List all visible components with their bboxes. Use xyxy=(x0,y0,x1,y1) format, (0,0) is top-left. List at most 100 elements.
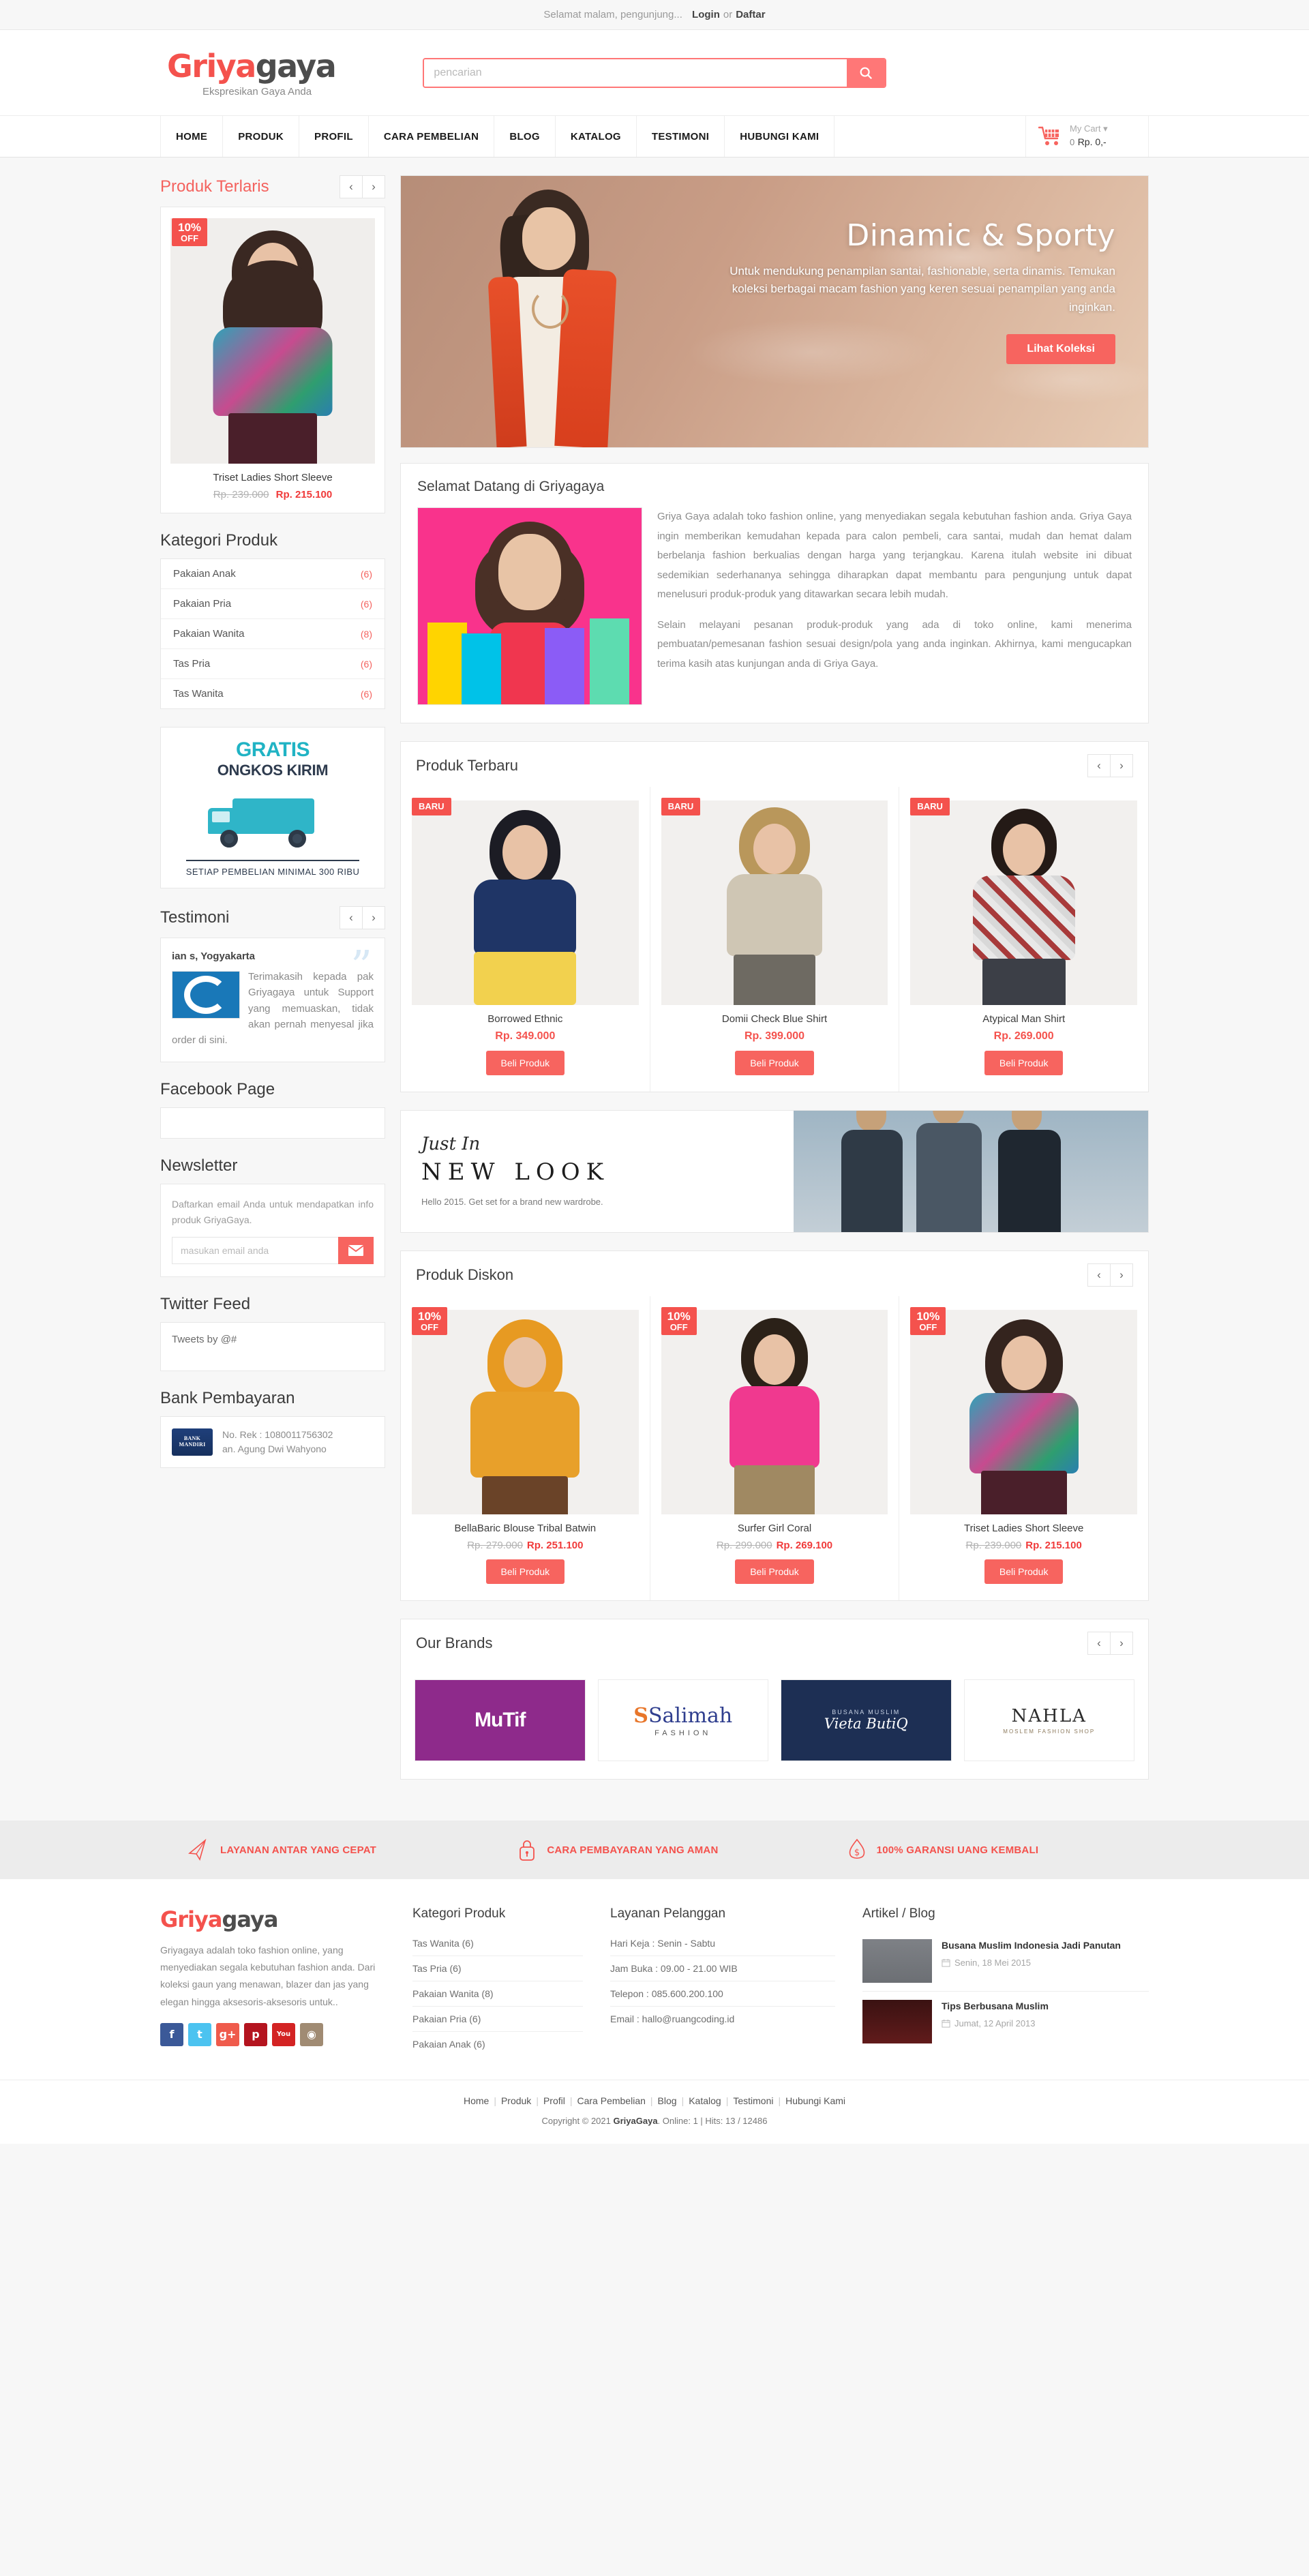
footer-category-item[interactable]: Tas Pria (6) xyxy=(412,1956,583,1981)
best-seller-next-button[interactable]: › xyxy=(362,175,385,198)
product-card[interactable]: BARU Borrowed Ethnic Rp. 349.000 Beli Produ… xyxy=(401,787,650,1092)
widget-free-shipping: GRATIS ONGKOS KIRIM SETIAP PEMBELIAN MIN… xyxy=(160,727,385,888)
nav-item-home[interactable]: HOME xyxy=(160,116,224,157)
nav-item-produk[interactable]: PRODUK xyxy=(223,116,300,157)
buy-product-button[interactable]: Beli Produk xyxy=(485,1051,565,1075)
footer-nav-link[interactable]: Katalog xyxy=(689,2095,721,2106)
footer-nav-link[interactable]: Hubungi Kami xyxy=(785,2095,845,2106)
widget-bank: Bank Pembayaran BANK MANDIRI No. Rek : 1… xyxy=(160,1389,385,1469)
hero-subtitle: Untuk mendukung penampilan santai, fashi… xyxy=(729,265,1115,314)
category-item[interactable]: Pakaian Pria (6) xyxy=(161,589,385,619)
footer-category-item[interactable]: Pakaian Pria (6) xyxy=(412,2007,583,2032)
google-plus-icon[interactable]: g+ xyxy=(216,2022,239,2046)
buy-product-button[interactable]: Beli Produk xyxy=(485,1559,565,1584)
facebook-embed[interactable] xyxy=(160,1107,385,1139)
product-card[interactable]: 10% OFF BellaBaric Blouse Tribal Batwin Rp.… xyxy=(401,1296,650,1600)
product-price: Rp. 399.000 xyxy=(744,1030,805,1042)
product-card[interactable]: BARU Atypical Man Shirt Rp. 269.000 Beli Pr… xyxy=(899,787,1148,1092)
brand-vieta[interactable]: BUSANA MUSLIM Vieta ButiQ xyxy=(781,1679,952,1761)
footer-nav-link[interactable]: Profil xyxy=(543,2095,565,2106)
product-name: Surfer Girl Coral xyxy=(737,1523,812,1534)
footer-category-item[interactable]: Pakaian Wanita (8) xyxy=(412,1981,583,2007)
best-seller-product-name: Triset Ladies Short Sleeve xyxy=(213,472,333,483)
buy-product-button[interactable]: Beli Produk xyxy=(735,1559,814,1584)
hero-banner: Dinamic & Sporty Untuk mendukung penampi… xyxy=(400,175,1149,448)
testimonial-prev-button[interactable]: ‹ xyxy=(340,906,363,929)
footer-service-item: Jam Buka : 09.00 - 21.00 WIB xyxy=(610,1956,835,1981)
brand-mutif[interactable]: MuTif xyxy=(415,1679,586,1761)
instagram-icon[interactable]: ◉ xyxy=(300,2022,323,2046)
product-photo xyxy=(661,1310,888,1514)
search-icon xyxy=(860,67,873,79)
bank-title: Bank Pembayaran xyxy=(160,1389,295,1408)
site-logo[interactable]: Griyagaya xyxy=(167,48,423,85)
footer-service: Layanan Pelanggan Hari Keja : Senin - Sa… xyxy=(610,1906,835,2056)
new-products-prev-button[interactable]: ‹ xyxy=(1087,754,1111,777)
category-item[interactable]: Tas Pria (6) xyxy=(161,649,385,679)
copyright-bar: Home | Produk | Profil | Cara Pembelian | Blog | K… xyxy=(0,2080,1309,2144)
category-item[interactable]: Tas Wanita (6) xyxy=(161,679,385,708)
new-products-title: Produk Terbaru xyxy=(416,757,519,774)
hero-cta-button[interactable]: Lihat Koleksi xyxy=(1006,334,1115,365)
search-button[interactable] xyxy=(847,59,886,87)
testimonial-next-button[interactable]: › xyxy=(362,906,385,929)
category-item[interactable]: Pakaian Wanita (8) xyxy=(161,619,385,649)
nav-item-hubungi-kami[interactable]: HUBUNGI KAMI xyxy=(725,116,835,157)
footer-category-item[interactable]: Pakaian Anak (6) xyxy=(412,2032,583,2056)
newlook-just-in: Just In xyxy=(421,1133,481,1154)
new-products-next-button[interactable]: › xyxy=(1110,754,1133,777)
brand-nahla[interactable]: NAHLA MOSLEM FASHION SHOP xyxy=(963,1679,1134,1761)
nav-item-katalog[interactable]: KATALOG xyxy=(556,116,637,157)
nav-item-testimoni[interactable]: TESTIMONI xyxy=(637,116,725,157)
best-seller-card[interactable]: 10% OFF Triset Ladies Short Sleeve Rp. 2… xyxy=(160,207,385,513)
newlook-banner[interactable]: Just In NEW LOOK Hello 2015. Get set for… xyxy=(400,1110,1149,1233)
nav-item-blog[interactable]: BLOG xyxy=(494,116,556,157)
newsletter-panel: Daftarkan email Anda untuk mendapatkan i… xyxy=(160,1184,385,1278)
register-link[interactable]: Daftar xyxy=(736,9,765,20)
youtube-icon[interactable]: You xyxy=(272,2022,295,2046)
footer-nav-link[interactable]: Testimoni xyxy=(733,2095,773,2106)
cart-widget[interactable]: My Cart ▾ 0 Rp. 0,- xyxy=(1026,116,1149,157)
brands-next-button[interactable]: › xyxy=(1110,1632,1133,1655)
logo-block[interactable]: Griyagaya Ekspresikan Gaya Anda xyxy=(160,48,423,98)
product-card[interactable]: BARU Domii Check Blue Shirt Rp. 399.000 Bel… xyxy=(650,787,900,1092)
twitter-feed-text: Tweets by @# xyxy=(172,1334,237,1346)
nav-item-profil[interactable]: PROFIL xyxy=(299,116,369,157)
facebook-icon[interactable]: f xyxy=(160,2022,183,2046)
blog-item[interactable]: Tips Berbusana Muslim Jumat, 12 April 201… xyxy=(862,1992,1149,2052)
brand-salimah[interactable]: SSalimah FASHION xyxy=(597,1679,768,1761)
buy-product-button[interactable]: Beli Produk xyxy=(735,1051,814,1075)
brand-salimah-sub: FASHION xyxy=(654,1728,712,1737)
search-input[interactable] xyxy=(424,59,847,87)
newsletter-submit-button[interactable] xyxy=(338,1237,374,1265)
newlook-text: Hello 2015. Get set for a brand new ward… xyxy=(421,1196,603,1207)
new-badge: BARU xyxy=(412,798,451,815)
badge-off: OFF xyxy=(919,1321,937,1332)
product-card[interactable]: 10% OFF Surfer Girl Coral Rp. 299.000 Rp. 26… xyxy=(650,1296,900,1600)
blog-item[interactable]: Busana Muslim Indonesia Jadi Panutan Seni… xyxy=(862,1931,1149,1992)
category-item[interactable]: Pakaian Anak (6) xyxy=(161,559,385,589)
product-card[interactable]: 10% OFF Triset Ladies Short Sleeve Rp. 239.… xyxy=(899,1296,1148,1600)
footer-logo[interactable]: Griyagaya xyxy=(160,1906,385,1932)
buy-product-button[interactable]: Beli Produk xyxy=(984,1051,1064,1075)
discount-products-next-button[interactable]: › xyxy=(1110,1263,1133,1287)
discount-products-prev-button[interactable]: ‹ xyxy=(1087,1263,1111,1287)
footer-nav-link[interactable]: Cara Pembelian xyxy=(577,2095,646,2106)
best-seller-prev-button[interactable]: ‹ xyxy=(340,175,363,198)
nav-item-cara-pembelian[interactable]: CARA PEMBELIAN xyxy=(369,116,495,157)
free-shipping-banner[interactable]: GRATIS ONGKOS KIRIM SETIAP PEMBELIAN MIN… xyxy=(160,727,385,888)
login-link[interactable]: Login xyxy=(692,9,720,20)
footer-category-item[interactable]: Tas Wanita (6) xyxy=(412,1931,583,1956)
footer-nav-link[interactable]: Blog xyxy=(658,2095,677,2106)
footer-categories: Kategori Produk Tas Wanita (6) Tas Pria (… xyxy=(412,1906,583,2056)
blog-title: Tips Berbusana Muslim xyxy=(942,2001,1049,2011)
search-area xyxy=(423,57,887,88)
newsletter-email-input[interactable] xyxy=(172,1237,338,1265)
buy-product-button[interactable]: Beli Produk xyxy=(984,1559,1064,1584)
pinterest-icon[interactable]: p xyxy=(244,2022,267,2046)
footer-nav-link[interactable]: Home xyxy=(464,2095,489,2106)
brands-prev-button[interactable]: ‹ xyxy=(1087,1632,1111,1655)
footer-nav-link[interactable]: Produk xyxy=(501,2095,531,2106)
twitter-icon[interactable]: t xyxy=(188,2022,211,2046)
twitter-feed[interactable]: Tweets by @# xyxy=(160,1322,385,1372)
